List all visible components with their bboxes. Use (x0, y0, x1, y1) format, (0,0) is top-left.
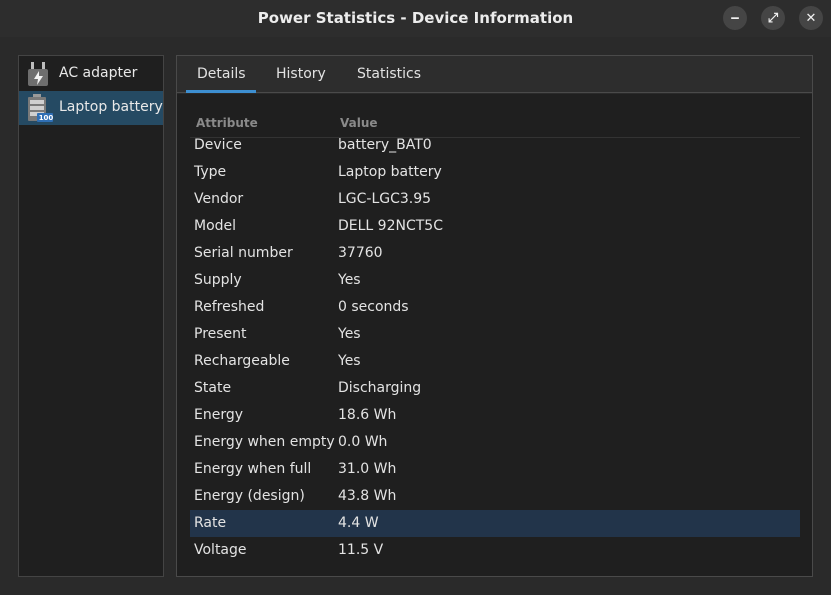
table-row[interactable]: Device battery_BAT0 (190, 132, 800, 159)
attribute-cell: Energy when empty (194, 434, 335, 450)
device-label-ac-adapter: AC adapter (59, 65, 138, 81)
value-cell: 11.5 V (338, 542, 384, 558)
value-cell: 37760 (338, 245, 383, 261)
device-list: AC adapter 100 Laptop battery (18, 55, 164, 577)
device-item-ac-adapter[interactable]: AC adapter (19, 57, 163, 91)
value-cell: Yes (338, 353, 361, 369)
table-row[interactable]: State Discharging (190, 375, 800, 402)
value-cell: Discharging (338, 380, 422, 396)
attribute-cell: Model (194, 218, 237, 234)
column-header-value[interactable]: Value (340, 116, 378, 130)
attribute-cell: Device (194, 137, 242, 153)
attribute-cell: Rechargeable (194, 353, 290, 369)
window-title: Power Statistics - Device Information (257, 9, 574, 27)
table-row[interactable]: Serial number 37760 (190, 240, 800, 267)
value-cell: 18.6 Wh (338, 407, 397, 423)
table-row[interactable]: Rechargeable Yes (190, 348, 800, 375)
minimize-icon: ‒ (730, 10, 740, 26)
value-cell: 0 seconds (338, 299, 409, 315)
table-row[interactable]: Voltage 11.5 V (190, 537, 800, 564)
tab-bar: Details History Statistics (177, 56, 812, 93)
table-row[interactable]: Type Laptop battery (190, 159, 800, 186)
tab-details[interactable]: Details (197, 66, 246, 82)
table-row[interactable]: Rate 4.4 W (190, 510, 800, 537)
table-row[interactable]: Refreshed 0 seconds (190, 294, 800, 321)
table-row[interactable]: Energy (design) 43.8 Wh (190, 483, 800, 510)
value-cell: Laptop battery (338, 164, 442, 180)
attribute-cell: Energy (design) (194, 488, 305, 504)
device-label-laptop-battery: Laptop battery (59, 99, 163, 115)
tab-history[interactable]: History (276, 66, 326, 82)
value-cell: Yes (338, 326, 361, 342)
value-cell: Yes (338, 272, 361, 288)
column-header-attribute[interactable]: Attribute (196, 116, 258, 130)
maximize-button[interactable]: ⤢ (761, 6, 785, 30)
table-row[interactable]: Vendor LGC-LGC3.95 (190, 186, 800, 213)
attribute-cell: Vendor (194, 191, 244, 207)
title-bar: Power Statistics - Device Information ‒ … (0, 0, 831, 37)
attribute-cell: Supply (194, 272, 242, 288)
close-button[interactable]: ✕ (799, 6, 823, 30)
close-icon: ✕ (805, 10, 817, 26)
value-cell: battery_BAT0 (338, 137, 432, 153)
attribute-cell: Refreshed (194, 299, 265, 315)
attribute-cell: Energy when full (194, 461, 312, 477)
battery-level-badge: 100 (38, 114, 54, 122)
attribute-cell: Energy (194, 407, 244, 423)
value-cell: 4.4 W (338, 515, 379, 531)
maximize-icon: ⤢ (767, 10, 779, 26)
attribute-table: Attribute Value Device battery_BAT0 Type La… (177, 94, 812, 576)
table-row[interactable]: Energy when full 31.0 Wh (190, 456, 800, 483)
attribute-cell: Serial number (194, 245, 293, 261)
device-item-laptop-battery[interactable]: 100 Laptop battery (19, 91, 163, 125)
value-cell: DELL 92NCT5C (338, 218, 443, 234)
value-cell: 0.0 Wh (338, 434, 388, 450)
power-plug-icon (28, 62, 48, 86)
details-panel: Details History Statistics Attribute Val… (176, 55, 813, 577)
value-cell: LGC-LGC3.95 (338, 191, 432, 207)
table-row[interactable]: Energy when empty 0.0 Wh (190, 429, 800, 456)
table-row[interactable]: Supply Yes (190, 267, 800, 294)
active-tab-indicator (186, 90, 256, 93)
value-cell: 31.0 Wh (338, 461, 397, 477)
tab-statistics[interactable]: Statistics (357, 66, 421, 82)
attribute-cell: Rate (194, 515, 227, 531)
value-cell: 43.8 Wh (338, 488, 397, 504)
attribute-cell: Type (194, 164, 227, 180)
minimize-button[interactable]: ‒ (723, 6, 747, 30)
attribute-cell: Present (194, 326, 247, 342)
table-row[interactable]: Model DELL 92NCT5C (190, 213, 800, 240)
table-row[interactable]: Present Yes (190, 321, 800, 348)
attribute-cell: State (194, 380, 232, 396)
table-row[interactable]: Energy 18.6 Wh (190, 402, 800, 429)
attribute-cell: Voltage (194, 542, 247, 558)
